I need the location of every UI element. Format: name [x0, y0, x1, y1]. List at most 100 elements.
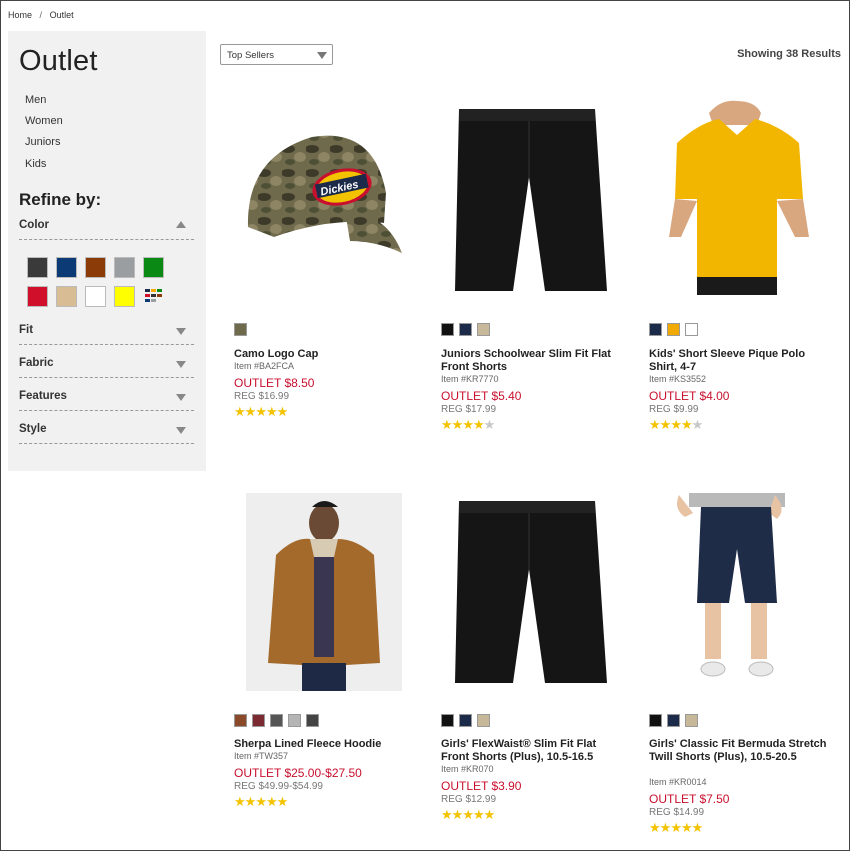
color-swatch-white[interactable]	[85, 286, 106, 307]
chevron-up-icon[interactable]	[176, 221, 186, 228]
product-swatch-burgundy[interactable]	[252, 714, 265, 727]
star-icon: ★	[441, 417, 453, 432]
category-list: Men Women Juniors Kids	[25, 93, 63, 178]
star-icon: ★	[472, 807, 485, 822]
product-rating: ★★★★★	[234, 794, 288, 810]
product-swatch-gold[interactable]	[667, 323, 680, 336]
sidebar: Outlet Men Women Juniors Kids Refine by:…	[8, 31, 206, 471]
facet-color-label: Color	[19, 219, 50, 231]
chevron-down-icon[interactable]	[176, 394, 186, 401]
facet-style-label: Style	[19, 423, 47, 435]
product-regular-price: REG $9.99	[649, 404, 699, 415]
product-swatch-black[interactable]	[441, 714, 454, 727]
product-swatch-black[interactable]	[441, 323, 454, 336]
chevron-down-icon	[317, 52, 327, 59]
facet-features[interactable]: Features	[19, 385, 194, 411]
product-swatch-white[interactable]	[685, 323, 698, 336]
breadcrumb-current-link[interactable]: Outlet	[50, 10, 74, 20]
product-image[interactable]	[441, 493, 621, 693]
product-name[interactable]: Camo Logo Cap	[234, 348, 414, 361]
facet-color[interactable]: Color	[19, 214, 194, 240]
product-image[interactable]	[649, 493, 829, 693]
product-swatch-navy[interactable]	[649, 323, 662, 336]
facet-style[interactable]: Style	[19, 418, 194, 444]
star-icon: ★	[441, 807, 453, 822]
color-swatch-red[interactable]	[27, 286, 48, 307]
star-icon: ★	[276, 404, 289, 419]
color-swatch-black[interactable]	[27, 257, 48, 278]
facet-fabric[interactable]: Fabric	[19, 352, 194, 378]
category-kids[interactable]: Kids	[25, 157, 63, 178]
product-name[interactable]: Juniors Schoolwear Slim Fit Flat Front S…	[441, 348, 621, 374]
product-outlet-price: OUTLET $25.00-$27.50	[234, 766, 362, 780]
star-icon: ★	[659, 417, 672, 432]
product-swatch-charcoal[interactable]	[270, 714, 283, 727]
product-item-number: Item #KR7770	[441, 374, 499, 384]
product-swatch-khaki[interactable]	[477, 323, 490, 336]
product-swatch-navy[interactable]	[459, 714, 472, 727]
product-swatch-black[interactable]	[649, 714, 662, 727]
category-men[interactable]: Men	[25, 93, 63, 114]
color-swatch-khaki[interactable]	[56, 286, 77, 307]
product-swatch-black[interactable]	[306, 714, 319, 727]
category-women[interactable]: Women	[25, 114, 63, 135]
star-icon: ★	[670, 417, 682, 432]
product-item-number: Item #TW357	[234, 751, 289, 761]
star-icon: ★	[691, 820, 704, 835]
color-swatch-green[interactable]	[143, 257, 164, 278]
product-image[interactable]	[441, 95, 621, 295]
product-rating: ★★★★★	[441, 417, 496, 433]
star-icon: ★	[265, 404, 278, 419]
facet-fit[interactable]: Fit	[19, 319, 194, 345]
product-item-number: Item #KR070	[441, 764, 494, 774]
star-icon: ★	[472, 417, 485, 432]
product-name[interactable]: Kids' Short Sleeve Pique Polo Shirt, 4-7	[649, 348, 829, 374]
chevron-down-icon[interactable]	[176, 361, 186, 368]
star-icon: ★	[659, 820, 672, 835]
product-swatch-camo[interactable]	[234, 323, 247, 336]
product-swatches	[441, 323, 495, 341]
star-icon: ★	[451, 807, 464, 822]
product-outlet-price: OUTLET $4.00	[649, 389, 730, 403]
star-icon: ★	[483, 417, 496, 432]
breadcrumb-separator: /	[39, 10, 43, 20]
product-name[interactable]: Sherpa Lined Fleece Hoodie	[234, 738, 414, 751]
breadcrumb-home-link[interactable]: Home	[8, 10, 32, 20]
product-name[interactable]: Girls' FlexWaist® Slim Fit Flat Front Sh…	[441, 738, 621, 764]
product-rating: ★★★★★	[441, 807, 496, 823]
star-icon: ★	[649, 820, 661, 835]
product-swatch-khaki[interactable]	[477, 714, 490, 727]
color-swatch-multi[interactable]	[143, 286, 164, 307]
star-icon: ★	[451, 417, 464, 432]
product-swatch-gray[interactable]	[288, 714, 301, 727]
star-icon: ★	[483, 807, 496, 822]
product-swatches	[649, 323, 703, 341]
product-rating: ★★★★★	[234, 404, 289, 420]
product-rating: ★★★★★	[649, 417, 703, 433]
star-icon: ★	[255, 794, 267, 809]
product-swatch-brown[interactable]	[234, 714, 247, 727]
color-swatch-brown[interactable]	[85, 257, 106, 278]
product-regular-price: REG $16.99	[234, 391, 290, 402]
star-icon: ★	[255, 404, 267, 419]
chevron-down-icon[interactable]	[176, 427, 186, 434]
color-swatch-gray[interactable]	[114, 257, 135, 278]
product-swatch-khaki[interactable]	[685, 714, 698, 727]
sort-select[interactable]: Top Sellers	[220, 44, 333, 65]
product-swatch-navy[interactable]	[459, 323, 472, 336]
product-outlet-price: OUTLET $3.90	[441, 779, 522, 793]
product-image[interactable]	[649, 95, 829, 295]
color-swatch-navy[interactable]	[56, 257, 77, 278]
product-name[interactable]: Girls' Classic Fit Bermuda Stretch Twill…	[649, 738, 829, 764]
product-image[interactable]	[234, 493, 414, 693]
category-juniors[interactable]: Juniors	[25, 135, 63, 156]
page-title: Outlet	[19, 45, 98, 77]
star-icon: ★	[265, 794, 278, 809]
color-swatch-yellow[interactable]	[114, 286, 135, 307]
product-swatch-navy[interactable]	[667, 714, 680, 727]
product-outlet-price: OUTLET $5.40	[441, 389, 522, 403]
star-icon: ★	[670, 820, 682, 835]
product-image[interactable]: Dickies	[234, 95, 414, 295]
product-regular-price: REG $12.99	[441, 794, 497, 805]
chevron-down-icon[interactable]	[176, 328, 186, 335]
